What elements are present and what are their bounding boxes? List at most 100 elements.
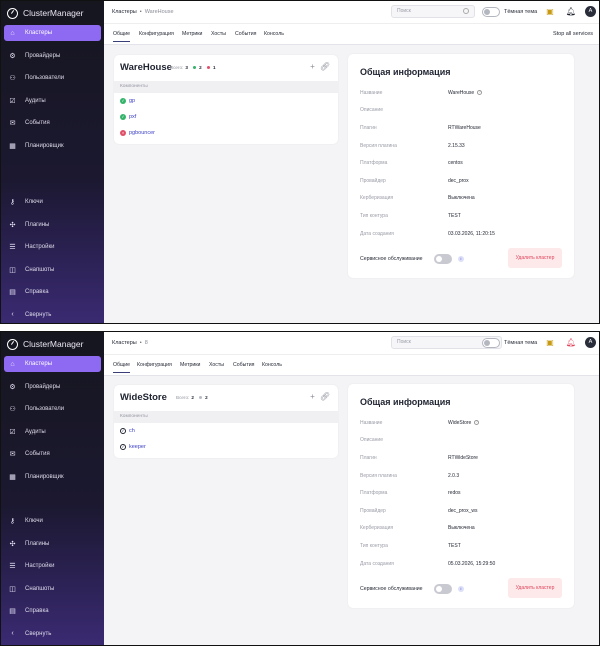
sidebar-item-keys[interactable]: ⚷ Ключи [4,194,101,210]
cluster-actions: + 🔗︎ [305,62,330,71]
info-row: Платформа redos [360,490,461,497]
breadcrumb-root[interactable]: Кластеры [112,340,137,346]
cluster-name: WideStore [120,392,167,403]
sidebar-item-plugins[interactable]: ✣ Плагины [4,536,101,552]
cluster-card-header: WareHouse Всего: 3 2 1 + 🔗︎ [114,55,338,81]
gear-icon: ⚙ [9,383,16,391]
sidebar-item-help[interactable]: ▤ Справка [4,284,101,300]
tab-events[interactable]: События [233,362,254,368]
sidebar-item-scheduler[interactable]: ▦ Планировщик [4,469,101,485]
info-row: Название WareHouse? [360,89,483,96]
dark-theme-toggle[interactable] [482,338,500,348]
tab-console[interactable]: Консоль [262,362,282,368]
sidebar-item-events[interactable]: ✉ События [4,446,101,462]
tab-events[interactable]: События [235,31,256,37]
tab-bar: Общие Конфигурация Метрики Хосты События… [104,23,599,45]
sidebar-item-users[interactable]: ⚇ Пользователи [4,401,101,417]
tab-configuration[interactable]: Конфигурация [139,31,174,37]
sidebar-item-collapse[interactable]: ‹ Свернуть [4,626,101,642]
bell-icon[interactable]: 🔔︎ [566,6,576,17]
sidebar-item-help[interactable]: ▤ Справка [4,603,101,619]
scheduler-icon: ▦ [9,142,16,150]
sidebar-item-audits[interactable]: ☑ Аудиты [4,93,101,109]
ok-status-icon [193,66,197,70]
add-icon[interactable]: + [310,392,315,401]
users-icon: ⚇ [9,406,16,413]
tab-metrics[interactable]: Метрики [180,362,200,368]
notes-icon[interactable]: ▣ [545,6,555,17]
component-row[interactable]: ✓ keeper [114,439,338,455]
logo-icon [7,338,18,350]
tab-console[interactable]: Консоль [264,31,284,37]
search-input[interactable]: Поиск [391,5,475,18]
tab-configuration[interactable]: Конфигурация [137,362,172,368]
component-row[interactable]: ✓ ch [114,423,338,439]
neutral-status-icon [199,396,203,400]
breadcrumb: Кластеры • WareHouse [112,9,174,15]
users-icon: ⚇ [9,75,16,82]
puzzle-icon: ✣ [9,221,16,229]
book-icon: ▤ [9,608,16,615]
info-icon[interactable]: i [458,256,464,263]
sidebar-item-providers[interactable]: ⚙ Провайдеры [4,379,101,395]
info-icon[interactable]: i [458,586,464,593]
component-row[interactable]: ✓ gp [114,93,338,109]
add-icon[interactable]: + [310,62,315,71]
sidebar-item-clusters[interactable]: ⌂ Кластеры [4,25,101,41]
sidebar-item-collapse[interactable]: ‹ Свернуть [4,307,101,323]
error-status-icon [207,66,211,70]
dark-theme-toggle[interactable] [482,7,500,17]
sidebar-item-audits[interactable]: ☑ Аудиты [4,424,101,440]
sidebar-item-settings[interactable]: ☰ Настройки [4,239,101,255]
checklist-icon: ☑ [9,97,16,105]
sidebar-item-settings[interactable]: ☰ Настройки [4,558,101,574]
info-row: Дата создания 03.03.2026, 11:20:15 [360,230,495,237]
brand[interactable]: ClusterManager [1,2,104,24]
component-row[interactable]: ✓ pxf [114,109,338,125]
notes-icon[interactable]: ▣ [545,337,555,348]
info-row: Описание [360,437,384,444]
components-header: Компоненты [114,411,338,423]
sidebar-item-keys[interactable]: ⚷ Ключи [4,513,101,529]
check-outline-icon: ✓ [120,428,126,434]
help-icon[interactable]: ? [477,90,483,96]
sidebar-item-snapshots[interactable]: ◫ Снапшоты [4,581,101,597]
service-toggle[interactable] [434,584,452,595]
link-icon[interactable]: 🔗︎ [320,62,330,71]
sidebar-item-snapshots[interactable]: ◫ Снапшоты [4,262,101,278]
breadcrumb-root[interactable]: Кластеры [112,9,137,15]
delete-cluster-button[interactable]: Удалить кластер [508,248,562,269]
delete-cluster-button[interactable]: Удалить кластер [508,578,562,599]
sidebar-item-clusters[interactable]: ⌂ Кластеры [4,356,101,372]
brand[interactable]: ClusterManager [1,333,104,355]
scheduler-icon: ▦ [9,473,16,481]
breadcrumb-current: 8 [144,340,148,346]
help-icon[interactable]: ? [474,420,480,426]
sidebar-item-events[interactable]: ✉ События [4,115,101,131]
avatar[interactable]: A [585,6,596,17]
info-row: Описание [360,107,384,114]
book-icon: ▤ [9,289,16,296]
sidebar-item-scheduler[interactable]: ▦ Планировщик [4,138,101,154]
link-icon[interactable]: 🔗︎ [320,392,330,401]
stop-all-services-button[interactable]: Stop all services [553,31,593,37]
tab-general[interactable]: Общие [113,362,131,373]
info-row: Название WideStore? [360,419,480,426]
check-circle-icon: ✓ [120,98,126,104]
tab-hosts[interactable]: Хосты [209,362,224,368]
service-toggle[interactable] [434,254,452,265]
cluster-actions: + 🔗︎ [305,392,330,401]
tab-hosts[interactable]: Хосты [211,31,226,37]
service-section: Сервисное обслуживание i Удалить кластер [348,248,574,278]
sidebar: ClusterManager ⌂ Кластеры ⚙ Провайдеры ⚇ По… [1,1,104,323]
sidebar-item-providers[interactable]: ⚙ Провайдеры [4,48,101,64]
bell-icon[interactable]: 🔔︎ [566,337,576,348]
component-row[interactable]: × pgbouncer [114,125,338,141]
avatar[interactable]: A [585,337,596,348]
screen-widestore: ClusterManager ⌂ Кластеры ⚙ Провайдеры ⚇ По… [0,331,600,646]
sidebar-item-users[interactable]: ⚇ Пользователи [4,70,101,86]
tab-metrics[interactable]: Метрики [182,31,202,37]
sidebar-nav-top: ⌂ Кластеры ⚙ Провайдеры ⚇ Пользователи ☑ Ауд… [1,25,104,160]
sidebar-item-plugins[interactable]: ✣ Плагины [4,217,101,233]
tab-general[interactable]: Общие [113,31,131,42]
